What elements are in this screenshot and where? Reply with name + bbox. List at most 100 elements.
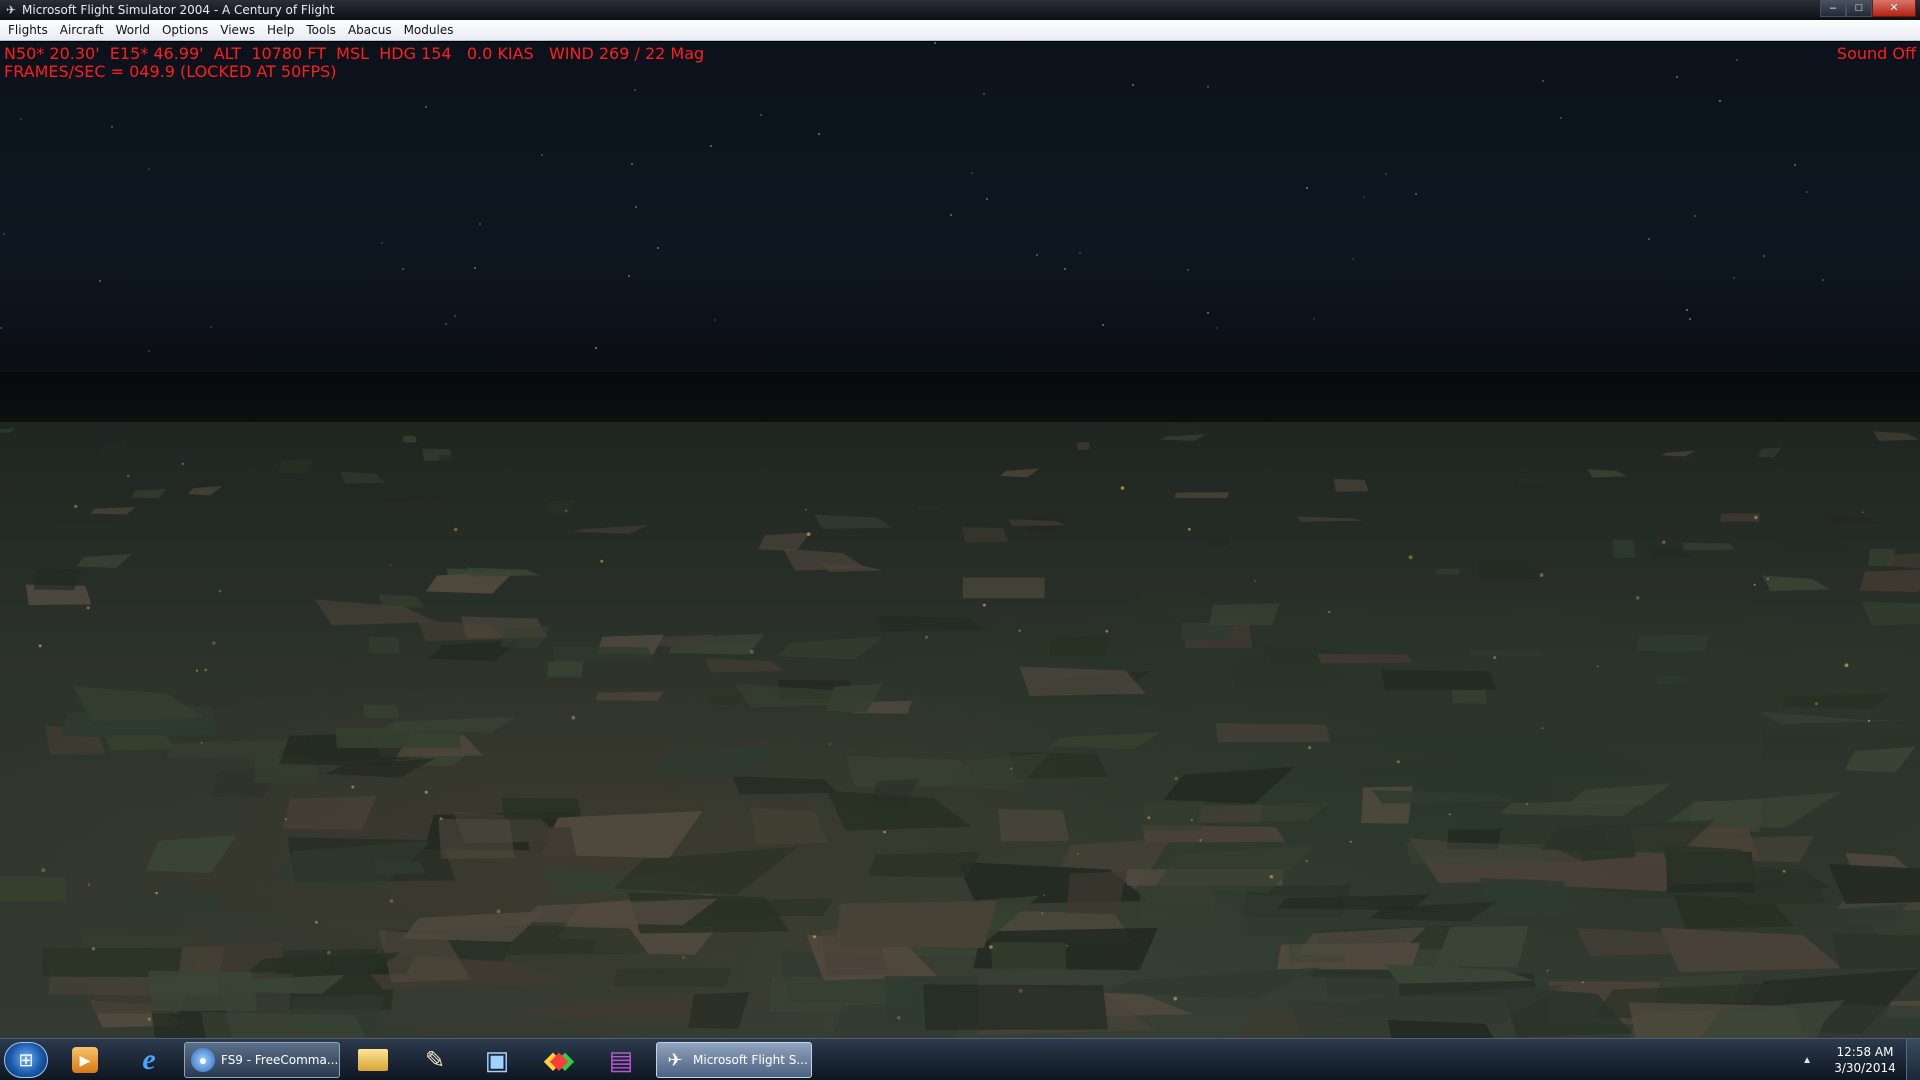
maximize-button[interactable]: □ (1846, 0, 1872, 17)
file-explorer-icon[interactable] (350, 1043, 396, 1077)
field-patch (1569, 783, 1672, 806)
town-light (1754, 515, 1758, 520)
paint-icon[interactable]: ✎ (412, 1043, 458, 1077)
town-light (1493, 656, 1497, 660)
menu-aircraft[interactable]: Aircraft (54, 20, 110, 41)
clock[interactable]: 12:58 AM 3/30/2014 (1830, 1044, 1900, 1076)
control-panel-icon[interactable]: ▣ (474, 1043, 520, 1077)
town-light (87, 883, 91, 886)
field-patch (148, 970, 258, 1012)
star (1560, 117, 1562, 119)
field-patch (73, 686, 205, 722)
field-patch (277, 458, 314, 474)
flight-viewport[interactable] (0, 42, 1920, 1038)
field-patch (0, 876, 67, 902)
field-patch (1780, 693, 1890, 709)
star (445, 323, 447, 325)
star (454, 315, 456, 317)
field-patch (1587, 469, 1627, 478)
menu-abacus[interactable]: Abacus (342, 20, 398, 41)
field-patch (0, 428, 15, 433)
star (971, 172, 973, 174)
menu-views[interactable]: Views (214, 20, 261, 41)
town-light (1546, 969, 1549, 972)
task-fs9-freecommander[interactable]: ● FS9 - FreeComma... (184, 1042, 340, 1078)
star (479, 223, 481, 225)
town-light (805, 508, 807, 511)
town-light (424, 790, 428, 794)
town-light (1269, 874, 1274, 879)
star (1363, 196, 1365, 198)
town-light (181, 462, 184, 465)
town-light (1190, 818, 1193, 821)
town-light (1581, 981, 1584, 984)
menu-bar: Flights Aircraft World Options Views Hel… (0, 20, 1920, 41)
star (760, 114, 762, 116)
star (1794, 164, 1796, 166)
window-controls: – □ ✕ (1820, 0, 1916, 18)
field-patch (1208, 603, 1281, 626)
town-light (1018, 988, 1023, 993)
star (1719, 100, 1721, 102)
field-patch (76, 553, 133, 568)
town-light (1174, 776, 1178, 781)
town-light (1862, 511, 1864, 513)
town-light (1541, 727, 1544, 729)
field-patch (1137, 592, 1219, 614)
field-patch (501, 797, 583, 820)
menu-options[interactable]: Options (156, 20, 214, 41)
town-light (1753, 583, 1756, 586)
star (714, 319, 716, 321)
star (1036, 254, 1038, 256)
media-player-glyph: ▶ (72, 1047, 98, 1073)
star (986, 198, 988, 200)
star (634, 89, 636, 91)
field-patch (363, 704, 400, 719)
field-patch (1077, 442, 1090, 450)
winrar-icon[interactable]: ▤ (598, 1043, 644, 1077)
town-light (989, 945, 993, 949)
field-patch (1476, 559, 1539, 580)
minimize-button[interactable]: – (1820, 0, 1846, 17)
internet-explorer-icon[interactable]: e (126, 1043, 172, 1077)
star (1694, 215, 1696, 217)
show-desktop-button[interactable] (1906, 1039, 1920, 1080)
field-patch (552, 646, 654, 662)
field-patch (1381, 669, 1497, 691)
town-light (389, 899, 394, 903)
control-panel-glyph: ▣ (484, 1044, 510, 1075)
star (210, 326, 212, 328)
media-player-icon[interactable]: ▶ (62, 1043, 108, 1077)
town-light (1766, 577, 1769, 580)
title-bar: ✈ Microsoft Flight Simulator 2004 - A Ce… (0, 0, 1920, 20)
town-light (389, 564, 392, 566)
field-patch (776, 636, 884, 660)
menu-modules[interactable]: Modules (398, 20, 460, 41)
star (1132, 84, 1134, 86)
show-hidden-icons-icon[interactable]: ▲ (1802, 1055, 1812, 1066)
close-button[interactable]: ✕ (1872, 0, 1916, 17)
field-patch (33, 568, 83, 591)
menu-help[interactable]: Help (261, 20, 300, 41)
town-light (1043, 894, 1046, 897)
start-button[interactable]: ⊞ (4, 1042, 48, 1078)
task-flight-simulator[interactable]: ✈ Microsoft Flight S... (656, 1042, 812, 1078)
menu-world[interactable]: World (110, 20, 156, 41)
colorful-app-icon[interactable]: ◆ (536, 1043, 582, 1077)
town-light (454, 527, 458, 532)
town-light (682, 956, 685, 959)
task-label: FS9 - FreeComma... (221, 1053, 339, 1067)
field-patch (1180, 622, 1234, 640)
framerate-readout: FRAMES/SEC = 049.9 (LOCKED AT 50FPS) (4, 62, 337, 81)
menu-flights[interactable]: Flights (2, 20, 54, 41)
menu-tools[interactable]: Tools (300, 20, 342, 41)
field-patch (1296, 516, 1364, 522)
star (20, 118, 22, 120)
field-patch (1384, 964, 1535, 984)
field-patch (1229, 661, 1350, 689)
field-patch (1635, 634, 1711, 652)
star (1542, 80, 1544, 82)
star (111, 126, 113, 128)
field-patch (962, 577, 1045, 599)
town-light (1120, 486, 1125, 490)
